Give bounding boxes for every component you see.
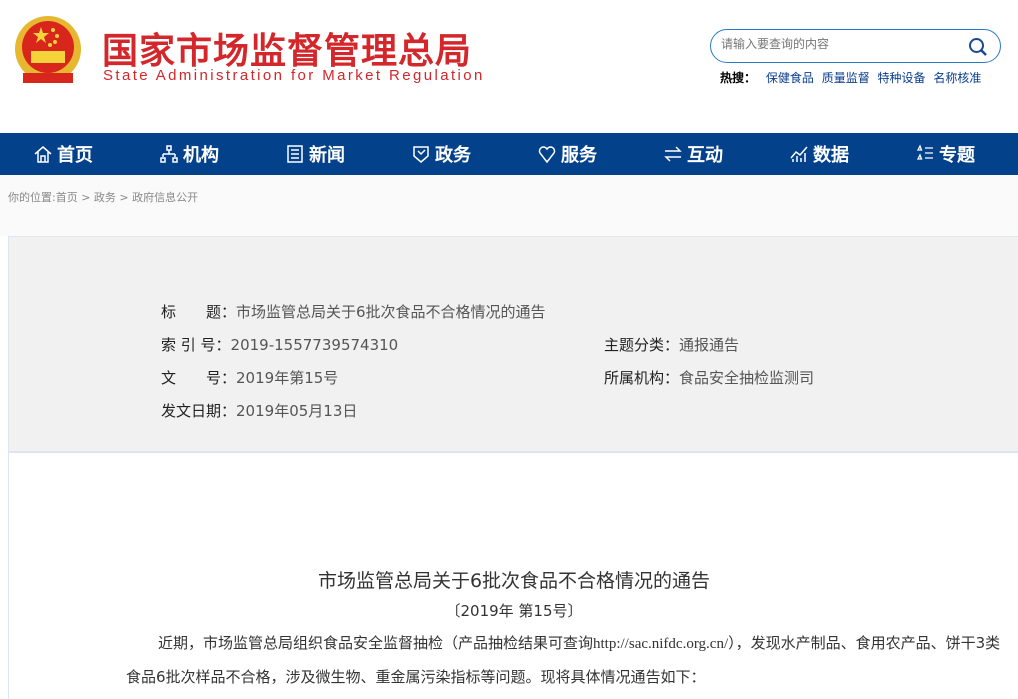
hot-link[interactable]: 名称核准 <box>933 71 981 85</box>
meta-date: 发文日期：2019年05月13日 <box>161 402 358 420</box>
org-icon <box>160 145 178 163</box>
search-box <box>710 29 1001 63</box>
nav-item-service[interactable]: 服务 <box>504 133 630 175</box>
site-header: 国家市场监督管理总局 State Administration for Mark… <box>0 0 1018 133</box>
nav-item-news[interactable]: 新闻 <box>252 133 378 175</box>
article-content: 市场监管总局关于6批次食品不合格情况的通告 〔2019年 第15号〕 近期，市场… <box>8 452 1018 699</box>
swap-icon <box>664 146 682 162</box>
nav-item-interaction[interactable]: 互动 <box>630 133 756 175</box>
national-emblem-icon <box>15 16 81 83</box>
hot-link[interactable]: 保健食品 <box>766 71 814 85</box>
meta-category: 主题分类：通报通告 <box>604 336 740 354</box>
document-meta: 标 题：市场监管总局关于6批次食品不合格情况的通告 索 引 号：2019-155… <box>8 236 1018 452</box>
nav-item-affairs[interactable]: 政务 <box>378 133 504 175</box>
chart-icon <box>790 146 808 162</box>
nav-label: 政务 <box>435 145 471 166</box>
article-number: 〔2019年 第15号〕 <box>445 602 583 620</box>
hot-search: 热搜： 保健食品 质量监督 特种设备 名称核准 <box>720 69 985 86</box>
search-icon[interactable] <box>968 37 988 57</box>
article-paragraph: 近期，市场监管总局组织食品安全监督抽检（产品抽检结果可查询http://sac.… <box>126 634 1001 686</box>
star-list-icon <box>916 144 933 160</box>
meta-title: 标 题：市场监管总局关于6批次食品不合格情况的通告 <box>161 303 546 321</box>
meta-index: 索 引 号：2019-1557739574310 <box>161 336 399 354</box>
nav-label: 服务 <box>561 145 597 166</box>
nav-label: 互动 <box>687 145 723 166</box>
nav-label: 专题 <box>939 145 975 166</box>
nav-item-home[interactable]: 首页 <box>0 133 126 175</box>
shield-icon <box>413 146 429 163</box>
nav-item-org[interactable]: 机构 <box>126 133 252 175</box>
nav-label: 新闻 <box>309 145 345 166</box>
article-link[interactable]: http://sac.nifdc.org.cn/ <box>593 636 728 652</box>
article-title: 市场监管总局关于6批次食品不合格情况的通告 <box>317 570 711 592</box>
search-input[interactable] <box>721 37 961 51</box>
nav-item-topics[interactable]: 专题 <box>882 133 1008 175</box>
home-icon <box>34 146 52 163</box>
nav-label: 机构 <box>183 145 219 166</box>
breadcrumb[interactable]: 你的位置:首页 > 政务 > 政府信息公开 <box>8 189 198 205</box>
site-logo-subtitle: State Administration for Market Regulati… <box>103 67 485 84</box>
meta-org: 所属机构：食品安全抽检监测司 <box>604 369 815 387</box>
breadcrumb-bar: 你的位置:首页 > 政务 > 政府信息公开 <box>0 175 1018 236</box>
main-nav: 首页 机构 新闻 政务 服务 互动 数据 专题 <box>0 133 1018 175</box>
nav-item-data[interactable]: 数据 <box>756 133 882 175</box>
meta-doc-number: 文 号：2019年第15号 <box>161 369 339 387</box>
hot-link[interactable]: 质量监督 <box>822 71 870 85</box>
news-icon <box>287 145 303 163</box>
hot-link[interactable]: 特种设备 <box>878 71 926 85</box>
hot-search-label: 热搜： <box>720 71 757 85</box>
nav-label: 数据 <box>813 145 849 166</box>
heart-icon <box>538 146 556 164</box>
nav-label: 首页 <box>57 145 93 166</box>
